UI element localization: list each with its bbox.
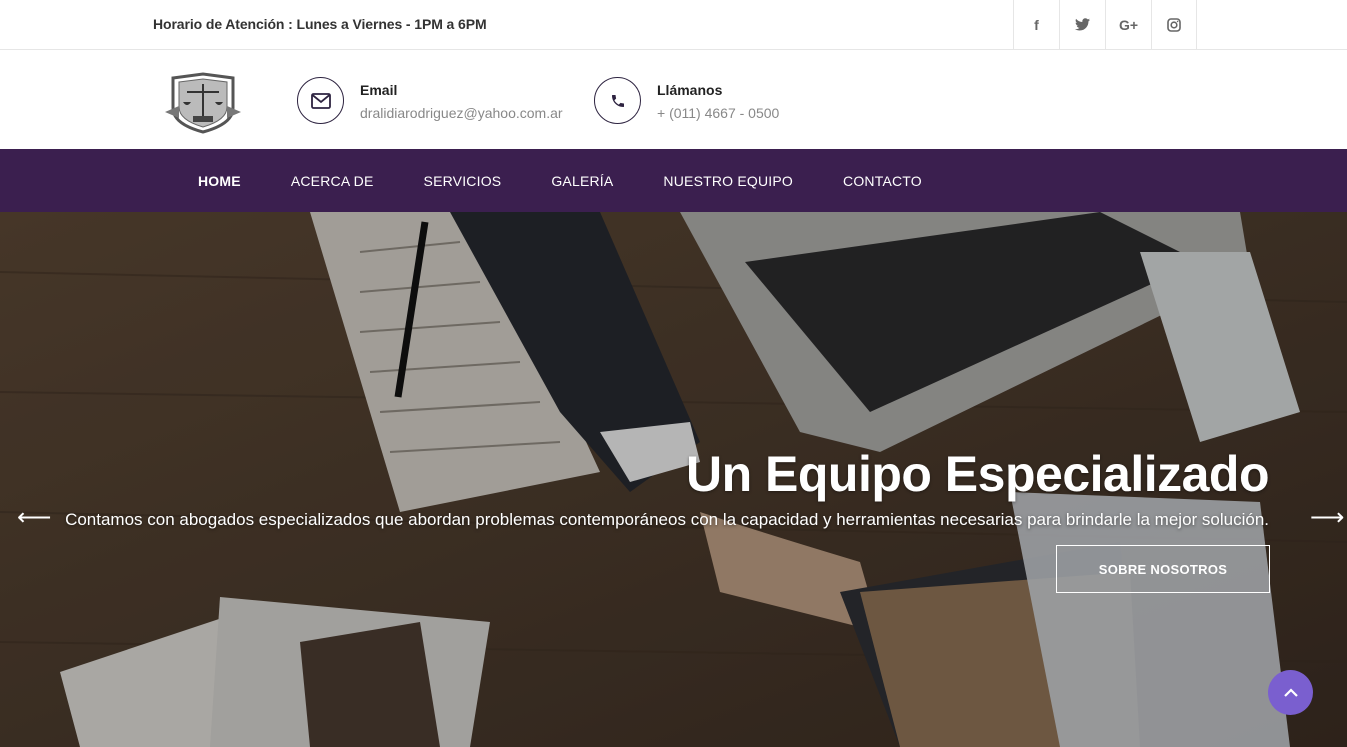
nav-item-contacto[interactable]: CONTACTO <box>843 173 922 189</box>
nav-item-nuestro-equipo[interactable]: NUESTRO EQUIPO <box>663 173 793 189</box>
nav-item-galeria[interactable]: GALERÍA <box>551 173 613 189</box>
facebook-icon[interactable]: f <box>1013 0 1059 49</box>
business-hours: Horario de Atención : Lunes a Viernes - … <box>153 16 487 32</box>
phone-label: Llámanos <box>657 82 723 98</box>
twitter-icon[interactable] <box>1059 0 1105 49</box>
hero-subtitle: Contamos con abogados especializados que… <box>65 510 1269 529</box>
phone-number[interactable]: + (011) 4667 - 0500 <box>657 105 779 121</box>
nav-item-acerca-de[interactable]: ACERCA DE <box>291 173 374 189</box>
nav-item-servicios[interactable]: SERVICIOS <box>424 173 502 189</box>
envelope-icon <box>297 77 344 124</box>
nav-item-home[interactable]: HOME <box>198 173 241 189</box>
email-label: Email <box>360 82 398 98</box>
chevron-up-icon <box>1283 687 1298 697</box>
next-slide-arrow-icon[interactable]: ⟶ <box>1310 506 1344 530</box>
scroll-to-top-button[interactable] <box>1268 670 1313 715</box>
site-header: Email dralidiarodriguez@yahoo.com.ar Llá… <box>0 50 1347 149</box>
sobre-nosotros-button[interactable]: SOBRE NOSOTROS <box>1056 545 1270 593</box>
phone-icon <box>594 77 641 124</box>
google-plus-icon[interactable]: G+ <box>1105 0 1151 49</box>
email-contact: Email dralidiarodriguez@yahoo.com.ar <box>297 77 563 124</box>
top-bar: Horario de Atención : Lunes a Viernes - … <box>0 0 1347 50</box>
main-nav: HOME ACERCA DE SERVICIOS GALERÍA NUESTRO… <box>0 149 1347 212</box>
email-address[interactable]: dralidiarodriguez@yahoo.com.ar <box>360 105 563 121</box>
social-links: f G+ <box>1013 0 1197 49</box>
previous-slide-arrow-icon[interactable]: ⟵ <box>17 506 51 530</box>
hero-title: Un Equipo Especializado <box>685 446 1270 502</box>
logo[interactable] <box>163 72 243 134</box>
hero-slider: Un Equipo Especializado Contamos con abo… <box>0 212 1347 747</box>
instagram-icon[interactable] <box>1151 0 1197 49</box>
phone-contact: Llámanos + (011) 4667 - 0500 <box>594 77 779 124</box>
